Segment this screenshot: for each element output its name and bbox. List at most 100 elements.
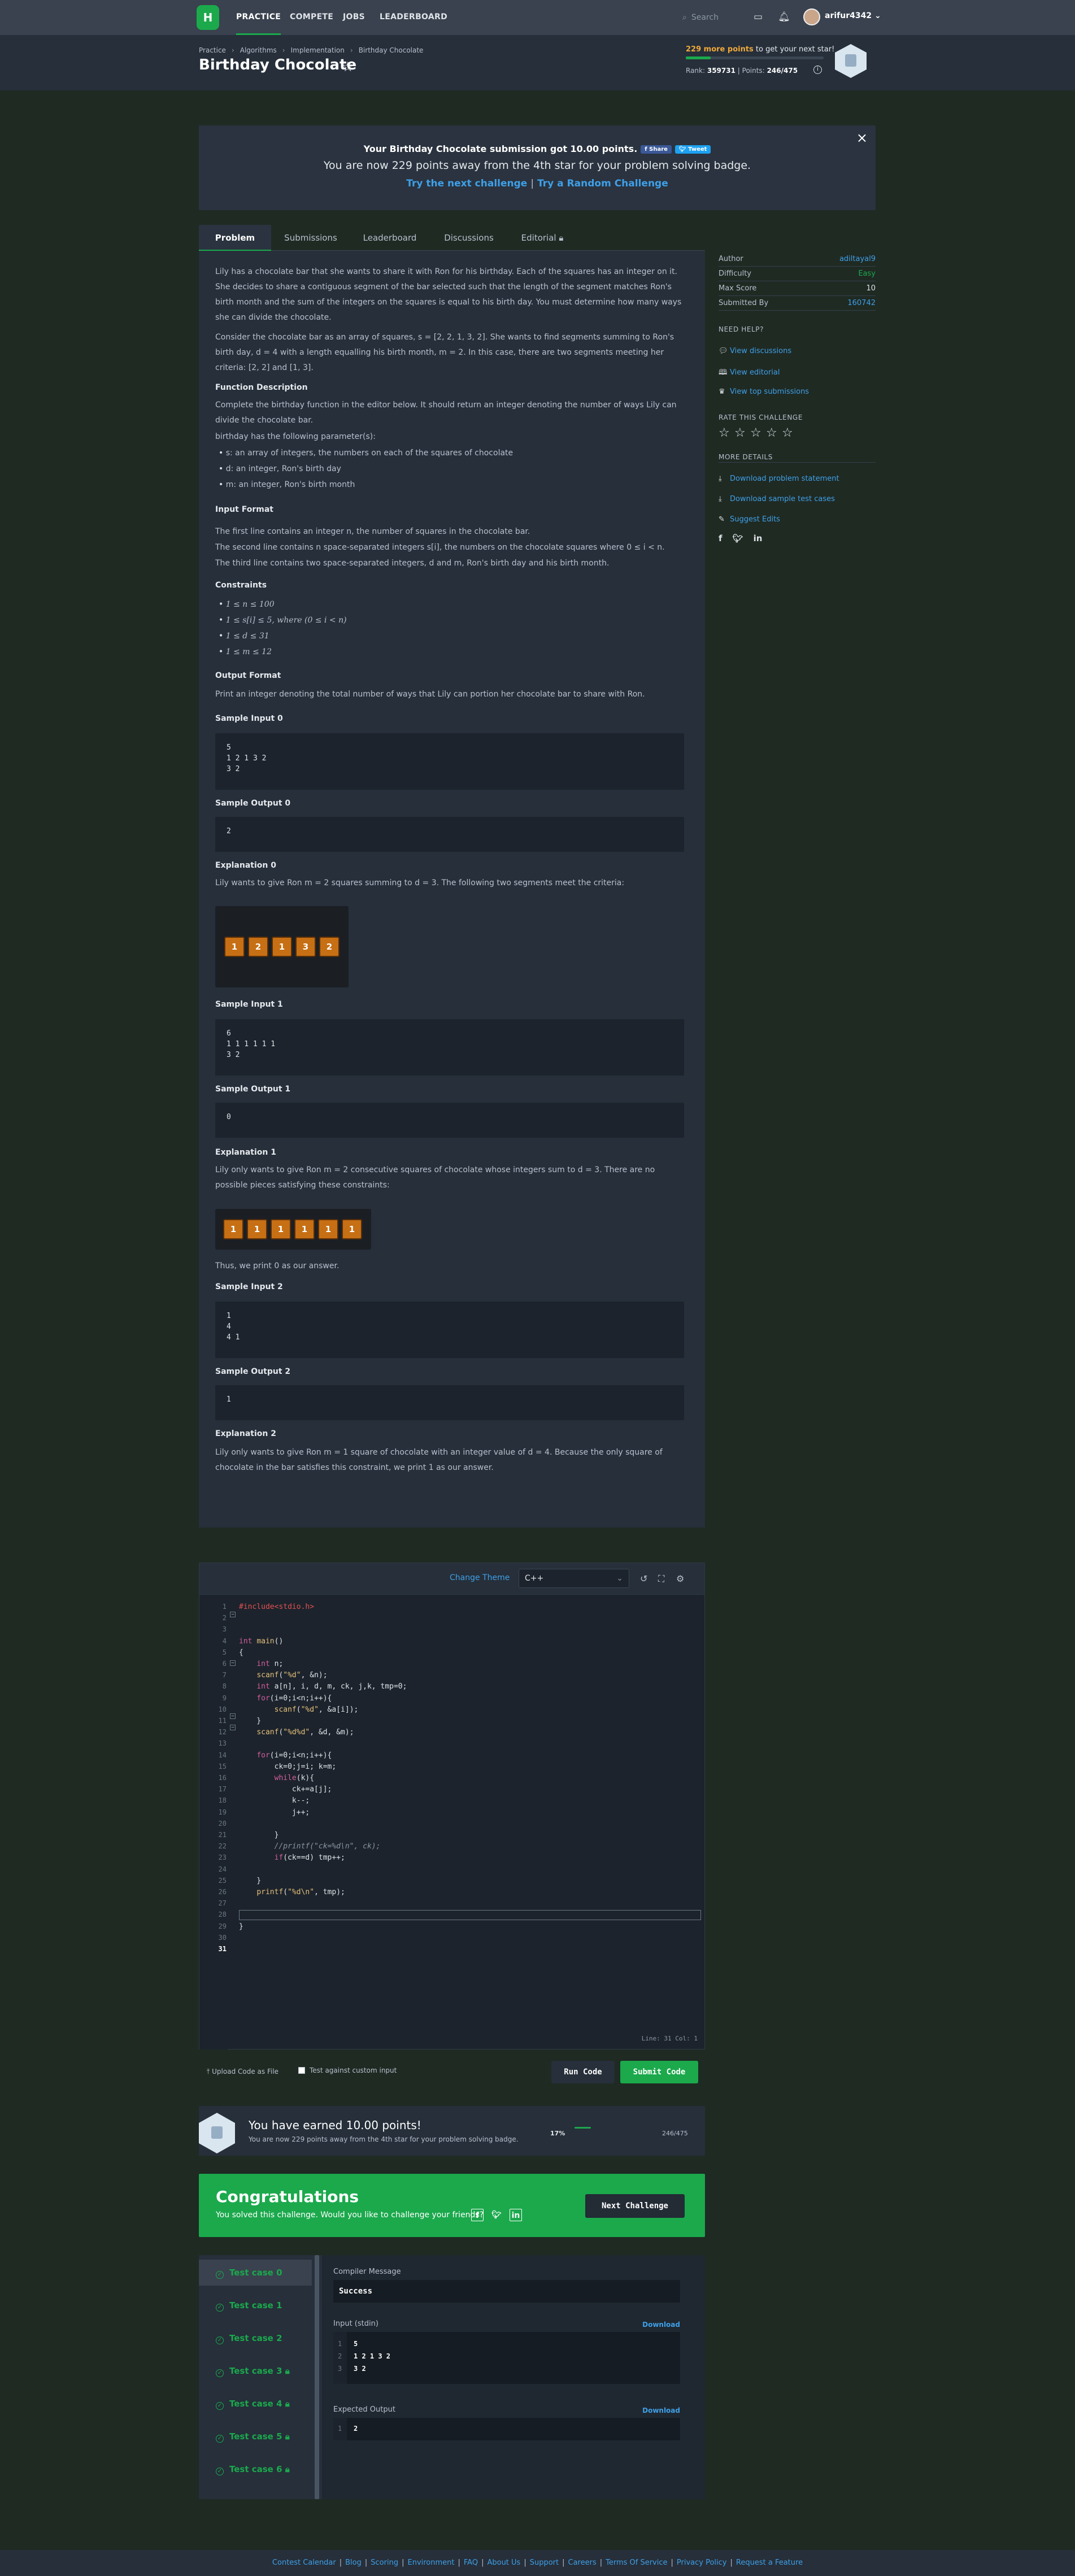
footer-link[interactable]: Blog [345, 2558, 362, 2567]
linkedin-icon[interactable]: in [754, 533, 763, 543]
input-format-line: The second line contains n space-separat… [215, 543, 665, 552]
footer-link[interactable]: Request a Feature [736, 2558, 803, 2567]
expected-output-box: 1 2 [333, 2418, 680, 2440]
line-number: 19 [218, 1808, 227, 1816]
facebook-icon[interactable]: f [719, 533, 723, 543]
twitter-icon[interactable]: 🐦︎ [490, 2209, 503, 2221]
footer-link[interactable]: Contest Calendar [272, 2558, 336, 2567]
fullscreen-icon[interactable]: ⛶ [658, 1573, 664, 1585]
footer-link[interactable]: FAQ [464, 2558, 478, 2567]
tab-problem[interactable]: Problem [199, 225, 271, 251]
difficulty-label: Difficulty [719, 269, 751, 278]
upload-icon: ⤒ [207, 2068, 210, 2075]
random-challenge-link[interactable]: Try a Random Challenge [537, 178, 668, 189]
rating-star-icon[interactable]: ☆ [782, 426, 793, 440]
footer-separator: | [458, 2558, 460, 2567]
linkedin-icon[interactable]: in [510, 2209, 522, 2221]
facebook-icon[interactable]: f [471, 2209, 484, 2221]
facebook-share-button[interactable]: f Share [641, 145, 672, 154]
tab-submissions[interactable]: Submissions [271, 225, 350, 251]
info-icon[interactable]: i [813, 66, 822, 74]
nav-leaderboard[interactable]: LEADERBOARD [380, 0, 447, 35]
test-case-item[interactable]: ✓ Test case 0 [199, 2260, 312, 2286]
tweet-button[interactable]: 🐦︎ Tweet [674, 145, 711, 154]
upload-code-button[interactable]: ⤒ Upload Code as File [207, 2068, 278, 2076]
test-case-item[interactable]: ✓ Test case 1 [199, 2292, 312, 2318]
author-link[interactable]: adiltayal9 [839, 252, 876, 267]
chocolate-illustration-1: 1 1 1 1 1 1 [215, 1209, 371, 1250]
change-theme-link[interactable]: Change Theme [450, 1573, 510, 1582]
banner-sep: | [530, 178, 534, 189]
difficulty-row: Difficulty Easy [719, 267, 876, 281]
submitted-value[interactable]: 160742 [847, 296, 876, 311]
code-line: } [239, 1876, 262, 1885]
test-case-label: Test case 3 [229, 2366, 282, 2376]
fold-toggle-icon[interactable]: − [230, 1660, 236, 1666]
twitter-icon[interactable]: 🐦︎ [733, 533, 743, 543]
username[interactable]: arifur4342 ⌄ [825, 11, 881, 20]
param-item: s: an array of integers, the numbers on … [219, 449, 513, 458]
footer-link[interactable]: Privacy Policy [677, 2558, 727, 2567]
rating-star-icon[interactable]: ☆ [750, 426, 761, 440]
view-editorial-link[interactable]: 🕮 View editorial [719, 367, 780, 380]
rating-star-icon[interactable]: ☆ [734, 426, 746, 440]
hackerrank-logo[interactable]: H [197, 5, 219, 30]
next-challenge-button[interactable]: Next Challenge [585, 2194, 685, 2218]
test-case-item[interactable]: ✓ Test case 5 🔒︎ [199, 2423, 312, 2449]
settings-icon[interactable]: ⚙︎ [676, 1573, 684, 1584]
code-editor[interactable]: Change Theme C++ ⌄ ↺ ⛶ ⚙︎ − − − − Line: 3… [199, 1563, 705, 2050]
next-challenge-link[interactable]: Try the next challenge [406, 178, 527, 189]
fold-toggle-icon[interactable]: − [230, 1612, 236, 1617]
test-case-item[interactable]: ✓ Test case 3 🔒︎ [199, 2358, 312, 2384]
submit-code-button[interactable]: Submit Code [620, 2061, 698, 2083]
search-input[interactable]: ⌕ Search [682, 10, 745, 25]
messages-icon[interactable]: ▭ [751, 10, 765, 24]
view-top-submissions-link[interactable]: ♛ View top submissions [719, 388, 809, 396]
breadcrumb-algorithms[interactable]: Algorithms [240, 46, 277, 54]
custom-input-checkbox[interactable]: Test against custom input [298, 2066, 397, 2074]
test-case-item[interactable]: ✓ Test case 4 🔒︎ [199, 2391, 312, 2417]
suggest-edits-link[interactable]: ✎ Suggest Edits [719, 515, 780, 524]
view-discussions-link[interactable]: 💬︎ View discussions [719, 347, 791, 355]
avatar[interactable] [803, 8, 820, 25]
sample-output-1-title: Sample Output 1 [215, 1085, 291, 1094]
chocolate-square: 2 [319, 937, 340, 957]
download-statement-link[interactable]: ⤓ Download problem statement [719, 475, 839, 483]
footer-link[interactable]: Environment [407, 2558, 454, 2567]
breadcrumb-practice[interactable]: Practice [199, 46, 226, 54]
footer-link[interactable]: Careers [568, 2558, 597, 2567]
tab-editorial[interactable]: Editorial 🔒︎ [508, 225, 576, 251]
line-number: 26 [218, 1888, 227, 1896]
bookmark-star-icon[interactable]: ☆ [342, 59, 354, 75]
code-line: int main() [239, 1637, 284, 1646]
footer-link[interactable]: Support [530, 2558, 559, 2567]
fold-toggle-icon[interactable]: − [230, 1713, 236, 1719]
reset-icon[interactable]: ↺ [640, 1573, 647, 1584]
footer-link[interactable]: Terms Of Service [606, 2558, 667, 2567]
code-line: printf("%d\n", tmp); [256, 1888, 345, 1896]
notifications-icon[interactable]: 🔔︎ [777, 10, 791, 24]
rating-star-icon[interactable]: ☆ [719, 426, 730, 440]
footer-link[interactable]: Scoring [371, 2558, 398, 2567]
download-input-link[interactable]: Download [642, 2321, 680, 2329]
language-select[interactable]: C++ ⌄ [519, 1569, 629, 1588]
download-expected-link[interactable]: Download [642, 2407, 680, 2414]
fold-toggle-icon[interactable]: − [230, 1725, 236, 1730]
chocolate-square: 1 [272, 937, 292, 957]
breadcrumb-implementation[interactable]: Implementation [291, 46, 345, 54]
footer-link[interactable]: About Us [487, 2558, 520, 2567]
nav-compete[interactable]: COMPETE [290, 0, 333, 35]
run-code-button[interactable]: Run Code [551, 2061, 615, 2083]
tab-leaderboard[interactable]: Leaderboard [350, 225, 429, 251]
line-number: 27 [218, 1899, 227, 1908]
view-top-submissions-label: View top submissions [730, 388, 809, 396]
line-number: 1 [222, 1603, 227, 1611]
rating-star-icon[interactable]: ☆ [766, 426, 777, 440]
download-samples-link[interactable]: ⤓ Download sample test cases [719, 495, 835, 503]
nav-jobs[interactable]: JOBS [343, 0, 365, 35]
tab-discussions[interactable]: Discussions [429, 225, 508, 251]
test-case-item[interactable]: ✓ Test case 6 🔒︎ [199, 2456, 312, 2482]
scrollbar[interactable] [315, 2255, 319, 2499]
nav-practice[interactable]: PRACTICE [236, 0, 281, 35]
test-case-item[interactable]: ✓ Test case 2 [199, 2325, 312, 2351]
